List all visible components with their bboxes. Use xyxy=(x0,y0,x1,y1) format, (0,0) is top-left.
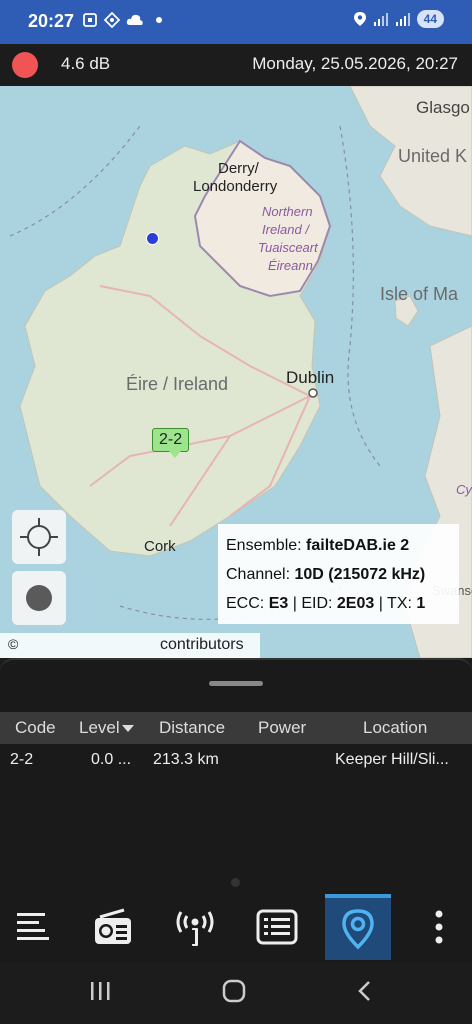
map-attribution[interactable]: © contributors xyxy=(0,633,260,658)
ensemble-row: Ensemble: failteDAB.ie 2 xyxy=(226,537,410,554)
dot-icon xyxy=(156,17,162,23)
radio-icon xyxy=(95,908,131,944)
map-label-londonderry: Londonderry xyxy=(193,178,278,195)
table-header: Code Level Distance Power Location xyxy=(0,712,472,744)
header-code[interactable]: Code xyxy=(15,718,56,738)
more-icon xyxy=(435,910,443,944)
map-view[interactable]: Glasgo United K Derry/ Londonderry North… xyxy=(0,86,472,658)
record-indicator[interactable] xyxy=(12,52,38,78)
table-row[interactable]: 2-2 0.0 ... 213.3 km Keeper Hill/Sli... xyxy=(0,748,472,776)
nav-radio-button[interactable] xyxy=(80,894,146,960)
map-label-isle-of-man: Isle of Ma xyxy=(380,284,459,304)
map-label-derry: Derry/ xyxy=(218,160,259,177)
ecc-row: ECC: E3 | EID: 2E03 | TX: 1 xyxy=(226,595,426,612)
locate-button[interactable] xyxy=(12,510,66,564)
map-label-eire: Éire / Ireland xyxy=(126,374,229,394)
signal-icon xyxy=(395,13,410,26)
nav-antenna-button[interactable] xyxy=(162,894,228,960)
crosshair-icon xyxy=(20,518,58,556)
transmitter-list-sheet: Code Level Distance Power Location 2-2 0… xyxy=(0,658,472,894)
eid-value: 2E03 xyxy=(336,595,375,612)
nav-log-button[interactable] xyxy=(244,894,310,960)
sheet-drag-handle[interactable] xyxy=(209,681,263,686)
status-time: 20:27 xyxy=(28,11,75,31)
vpn-icon xyxy=(104,12,120,28)
nav-list-button[interactable] xyxy=(0,894,66,960)
back-icon[interactable] xyxy=(354,978,374,1004)
map-label-ni-3: Tuaisceart xyxy=(258,240,318,255)
location-icon xyxy=(353,12,366,26)
track-button[interactable] xyxy=(12,571,66,625)
datetime: Monday, 25.05.2026, 20:27 xyxy=(252,54,458,73)
recents-icon[interactable] xyxy=(88,978,112,1004)
signal-level: 4.6 dB xyxy=(61,54,111,73)
tx-value: 1 xyxy=(416,595,426,612)
ecc-value: E3 xyxy=(268,595,289,612)
app-header: 4.6 dB Monday, 25.05.2026, 20:27 xyxy=(0,44,472,86)
map-label-ni-4: Éireann xyxy=(268,258,313,273)
record-circle-icon xyxy=(26,585,52,611)
sort-down-icon xyxy=(121,725,134,732)
current-location-dot xyxy=(146,232,159,245)
list-icon xyxy=(17,913,49,940)
cell-level: 0.0 ... xyxy=(91,751,132,768)
header-level[interactable]: Level xyxy=(79,718,134,738)
map-label-glasgow: Glasgo xyxy=(416,98,470,117)
map-pin-icon xyxy=(342,909,374,950)
nav-map-button[interactable] xyxy=(325,894,391,960)
cell-distance: 213.3 km xyxy=(153,751,219,768)
cell-location: Keeper Hill/Sli... xyxy=(335,751,449,768)
header-location[interactable]: Location xyxy=(363,718,427,738)
map-label-dublin: Dublin xyxy=(286,368,335,387)
antenna-icon xyxy=(176,911,214,946)
screenshot-icon xyxy=(83,13,97,27)
attribution-text: contributors xyxy=(160,636,244,653)
page-indicator-dot xyxy=(231,878,240,887)
header-power[interactable]: Power xyxy=(258,718,306,738)
nav-more-button[interactable] xyxy=(406,894,472,960)
channel-value: 10D (215072 kHz) xyxy=(294,566,426,583)
system-navigation-bar xyxy=(0,962,472,1024)
bottom-navigation xyxy=(0,894,472,962)
home-icon[interactable] xyxy=(220,978,248,1006)
map-label-ni-1: Northern xyxy=(262,204,313,219)
map-label-united-kingdom: United K xyxy=(398,146,468,166)
channel-row: Channel: 10D (215072 kHz) xyxy=(226,566,426,583)
cell-code: 2-2 xyxy=(10,751,34,768)
signal-icon xyxy=(373,13,388,26)
copyright-symbol: © xyxy=(8,636,19,652)
cloud-icon xyxy=(126,14,143,25)
battery-indicator: 44 xyxy=(416,10,444,28)
transmitter-marker[interactable]: 2-2 xyxy=(152,428,190,458)
status-bar: 20:27 44 xyxy=(0,0,472,44)
ensemble-value: failteDAB.ie 2 xyxy=(306,537,410,554)
ensemble-info-box: Ensemble: failteDAB.ie 2 Channel: 10D (2… xyxy=(218,524,459,624)
map-label-ni-2: Ireland / xyxy=(262,222,309,237)
map-label-cork: Cork xyxy=(144,538,176,555)
header-distance[interactable]: Distance xyxy=(159,718,225,738)
map-label-cymru: Cy xyxy=(456,482,472,497)
log-icon xyxy=(256,909,298,945)
